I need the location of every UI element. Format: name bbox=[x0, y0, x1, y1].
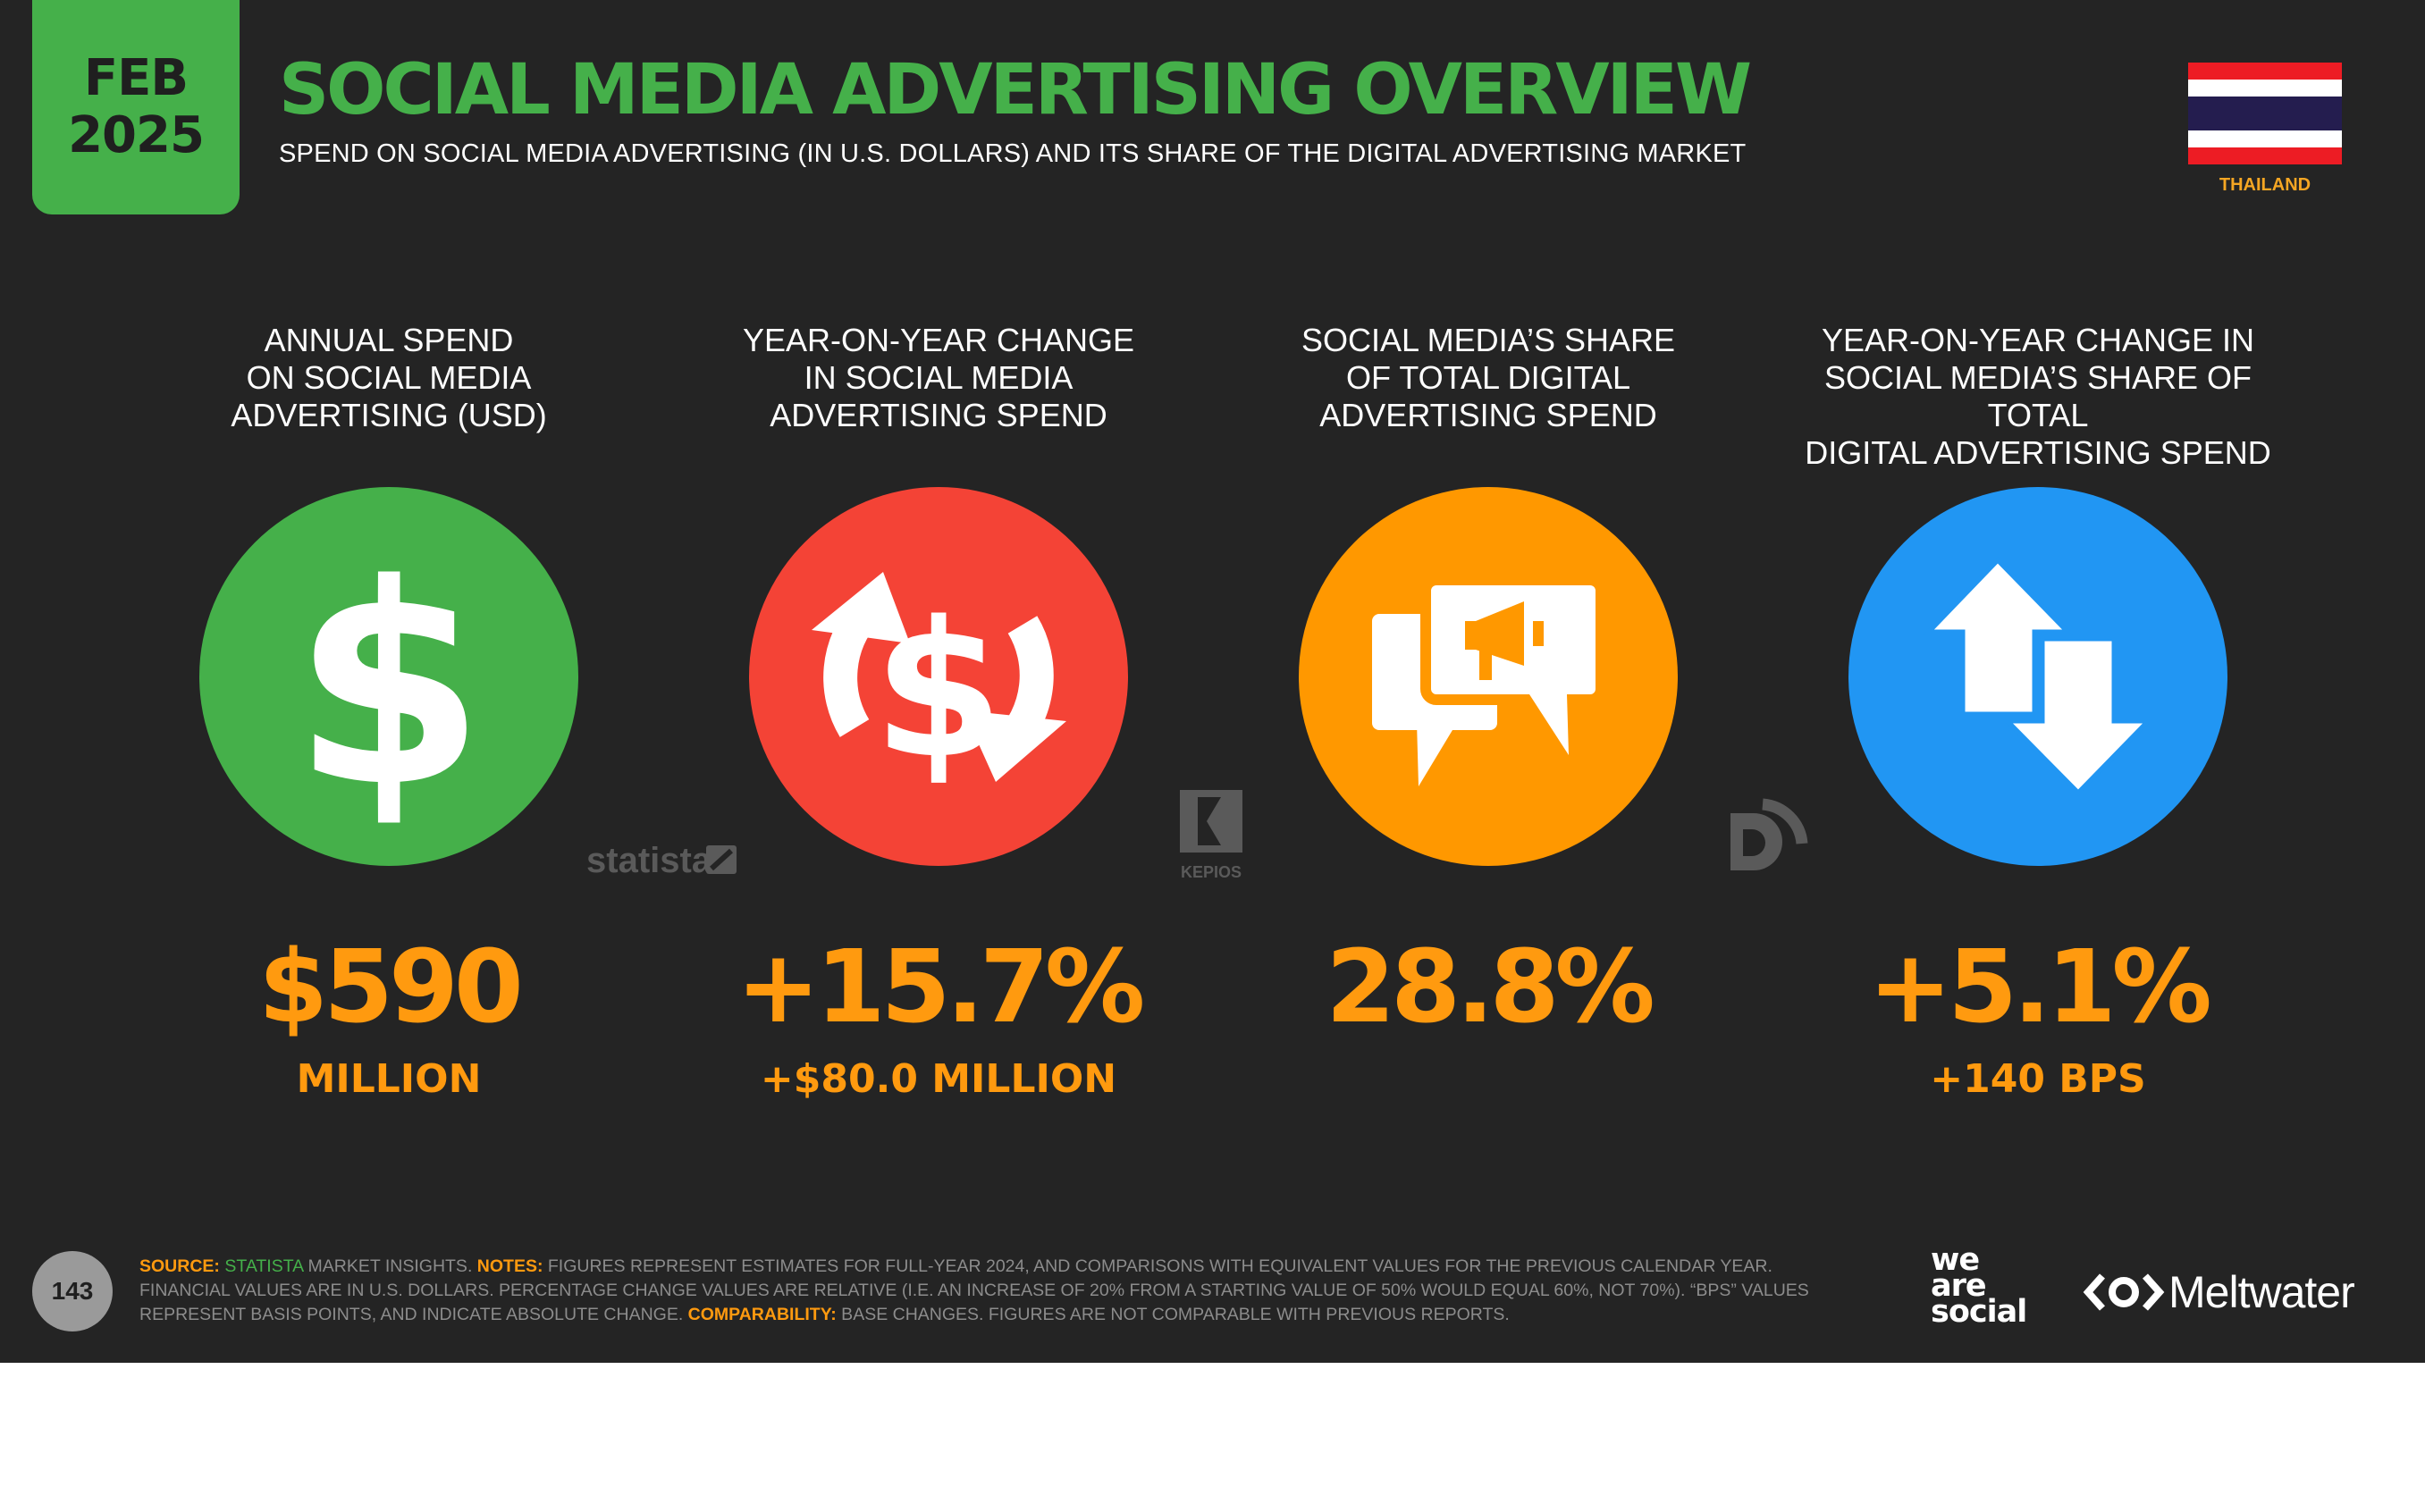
stat-sub: +140 BPS bbox=[1930, 1056, 2146, 1102]
dollar-icon: $ bbox=[292, 525, 485, 848]
stat-circle: $ bbox=[199, 487, 578, 866]
date-year: 2025 bbox=[68, 106, 205, 164]
stat-value: +15.7% bbox=[736, 929, 1145, 1046]
comparability-text: BASE CHANGES. FIGURES ARE NOT COMPARABLE… bbox=[836, 1305, 1510, 1324]
stat-circle: $ bbox=[749, 487, 1128, 866]
svg-text:$: $ bbox=[292, 525, 485, 848]
meltwater-logo: Meltwater bbox=[2083, 1265, 2387, 1319]
we-are-social-line: social bbox=[1931, 1294, 2027, 1330]
stat-label: YEAR-ON-YEAR CHANGE IN SOCIAL MEDIA’S SH… bbox=[1805, 322, 2271, 471]
datareportal-logo bbox=[1730, 798, 1808, 870]
statista-wordmark: statista bbox=[586, 841, 712, 880]
megaphone-chat-icon bbox=[1372, 575, 1606, 786]
dollar-cycle-icon: $ bbox=[812, 572, 1066, 800]
stat-sub: MILLION bbox=[296, 1056, 482, 1102]
country-label: THAILAND bbox=[2219, 175, 2311, 195]
footnote: SOURCE: STATISTA MARKET INSIGHTS. NOTES:… bbox=[139, 1255, 1865, 1327]
meltwater-mark-icon bbox=[2083, 1273, 2165, 1311]
page-title: SOCIAL MEDIA ADVERTISING OVERVIEW bbox=[279, 50, 1752, 130]
page-subtitle: SPEND ON SOCIAL MEDIA ADVERTISING (IN U.… bbox=[279, 139, 1747, 168]
stat-sub: +$80.0 MILLION bbox=[760, 1056, 1117, 1102]
page-number: 143 bbox=[32, 1251, 113, 1331]
up-down-arrows-icon bbox=[1924, 557, 2153, 796]
stat-value: $590 bbox=[258, 929, 524, 1046]
stat-share-of-digital: SOCIAL MEDIA’S SHARE OF TOTAL DIGITAL AD… bbox=[1238, 313, 1739, 1117]
meltwater-wordmark: Meltwater bbox=[2168, 1267, 2355, 1317]
svg-text:$: $ bbox=[873, 581, 1004, 800]
date-month: FEB bbox=[83, 49, 189, 107]
source-key: SOURCE: bbox=[139, 1256, 220, 1276]
stat-yoy-share-change: YEAR-ON-YEAR CHANGE IN SOCIAL MEDIA’S SH… bbox=[1788, 313, 2288, 1117]
slide: FEB 2025 SOCIAL MEDIA ADVERTISING OVERVI… bbox=[0, 0, 2425, 1363]
stat-yoy-spend-change: YEAR-ON-YEAR CHANGE IN SOCIAL MEDIA ADVE… bbox=[688, 313, 1189, 1117]
kepios-wordmark: KEPIOS bbox=[1181, 863, 1242, 881]
stat-circle bbox=[1299, 487, 1678, 866]
notes-key: NOTES: bbox=[476, 1256, 543, 1276]
stat-value: +5.1% bbox=[1868, 929, 2211, 1046]
source-name: STATISTA bbox=[224, 1256, 304, 1276]
stat-circle bbox=[1848, 487, 2227, 866]
date-badge: FEB 2025 bbox=[32, 0, 240, 214]
thailand-flag-icon bbox=[2188, 63, 2342, 164]
stat-label: SOCIAL MEDIA’S SHARE OF TOTAL DIGITAL AD… bbox=[1301, 322, 1676, 433]
stat-label: ANNUAL SPEND ON SOCIAL MEDIA ADVERTISING… bbox=[231, 322, 547, 433]
stat-annual-spend: ANNUAL SPEND ON SOCIAL MEDIA ADVERTISING… bbox=[139, 313, 639, 1117]
source-rest: MARKET INSIGHTS. bbox=[303, 1256, 477, 1276]
statista-logo: statista bbox=[586, 841, 737, 880]
kepios-logo: KEPIOS bbox=[1180, 790, 1242, 881]
we-are-social-logo: we are social bbox=[1931, 1245, 2056, 1337]
stat-value: 28.8% bbox=[1326, 929, 1655, 1046]
stat-label: YEAR-ON-YEAR CHANGE IN SOCIAL MEDIA ADVE… bbox=[742, 322, 1135, 433]
comparability-key: COMPARABILITY: bbox=[687, 1305, 837, 1324]
